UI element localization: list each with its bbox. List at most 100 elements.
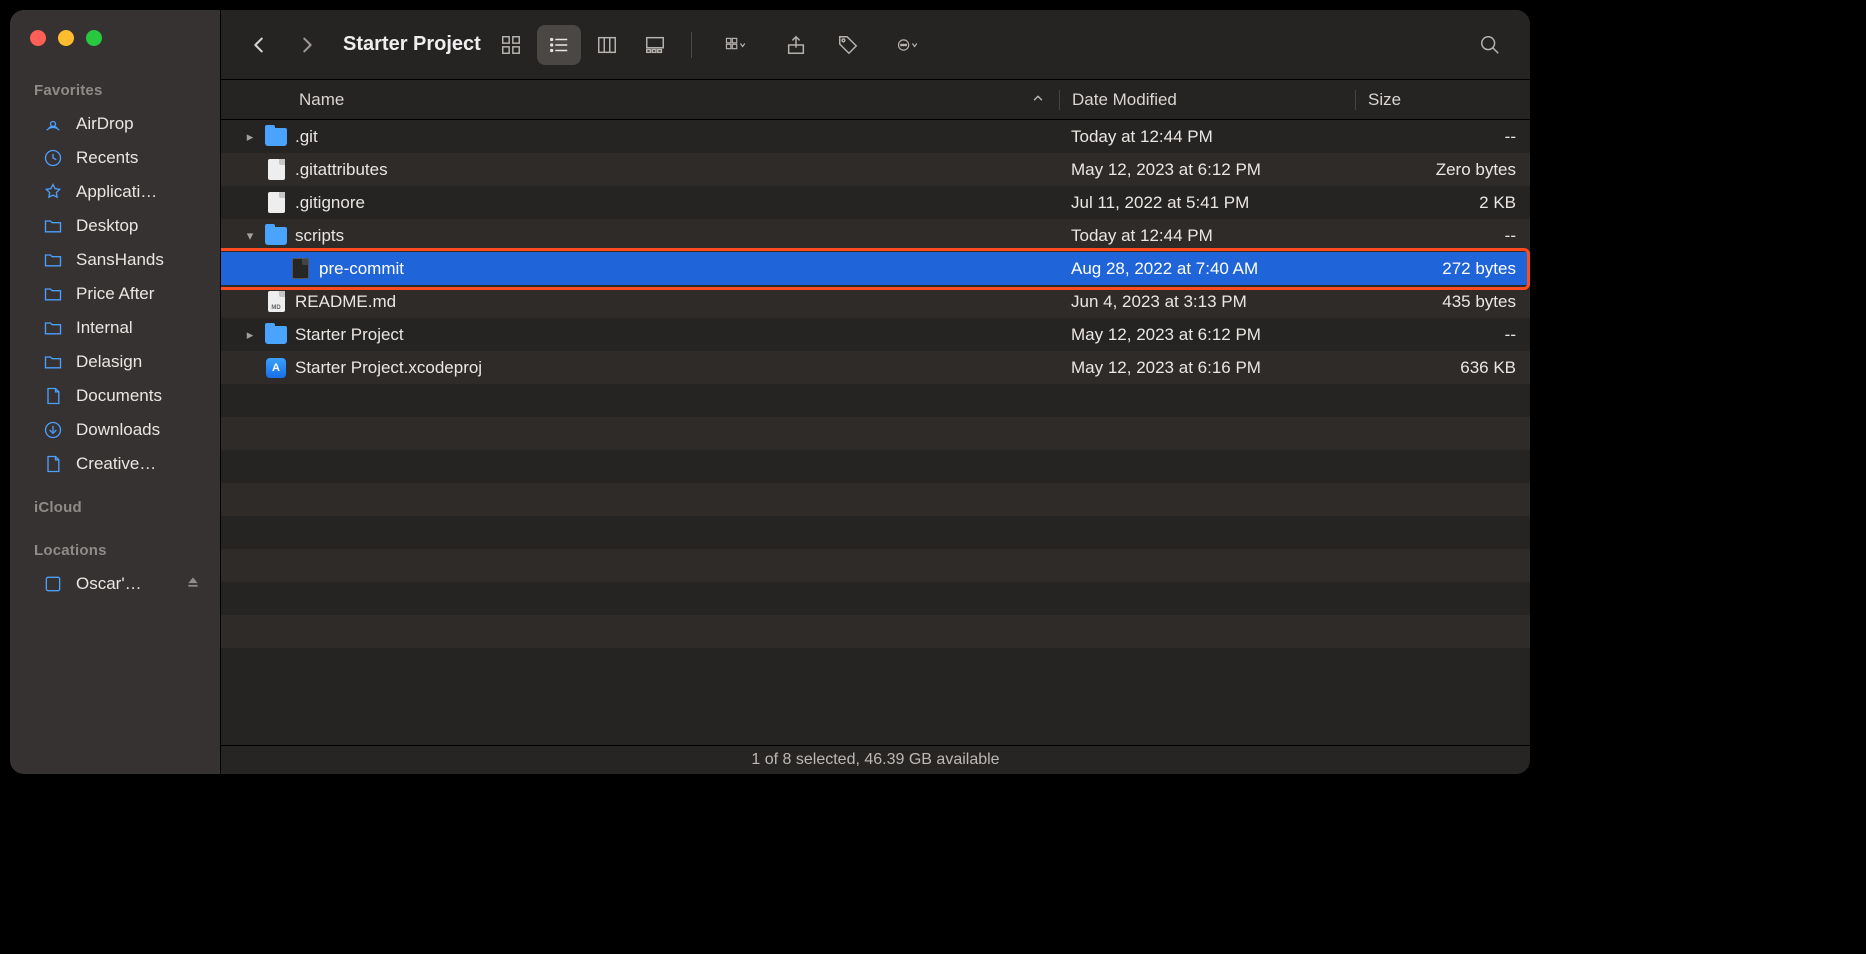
doc-icon bbox=[265, 159, 287, 181]
sidebar: Favorites AirDrop Recents Applicati… Desktop… bbox=[10, 10, 221, 774]
folder-icon bbox=[42, 249, 64, 271]
folder-icon bbox=[42, 351, 64, 373]
sidebar-item-downloads[interactable]: Downloads bbox=[34, 413, 208, 447]
disclosure-icon[interactable]: ▸ bbox=[243, 129, 257, 145]
disclosure-icon[interactable]: ▸ bbox=[243, 327, 257, 343]
file-list[interactable]: ▸.gitToday at 12:44 PM-- .gitattributesM… bbox=[221, 120, 1530, 745]
sort-indicator-icon bbox=[1031, 90, 1045, 110]
sidebar-item-creative-[interactable]: Creative… bbox=[34, 447, 208, 481]
sidebar-item-sanshands[interactable]: SansHands bbox=[34, 243, 208, 277]
sidebar-item-price-after[interactable]: Price After bbox=[34, 277, 208, 311]
file-size: -- bbox=[1355, 325, 1530, 345]
file-name: pre-commit bbox=[319, 259, 404, 279]
file-name: README.md bbox=[295, 292, 396, 312]
folder-icon bbox=[265, 126, 287, 148]
file-date: May 12, 2023 at 6:12 PM bbox=[1059, 325, 1355, 345]
apps-icon bbox=[42, 181, 64, 203]
file-row[interactable]: ▾ scripts Today at 12:44 PM-- bbox=[221, 219, 1530, 252]
file-row[interactable]: ▸.gitToday at 12:44 PM-- bbox=[221, 120, 1530, 153]
file-row[interactable]: ▸Starter ProjectMay 12, 2023 at 6:12 PM-… bbox=[221, 318, 1530, 351]
file-size: 272 bytes bbox=[1355, 259, 1530, 279]
forward-button[interactable] bbox=[287, 25, 327, 65]
file-name: scripts bbox=[295, 226, 344, 246]
sidebar-header: Locations bbox=[34, 542, 208, 559]
empty-row bbox=[221, 615, 1530, 648]
sidebar-item-label: Recents bbox=[76, 148, 138, 168]
column-header-row: Name Date Modified Size bbox=[221, 80, 1530, 120]
group-menu-button[interactable] bbox=[706, 25, 766, 65]
file-size: 2 KB bbox=[1355, 193, 1530, 213]
folder-icon bbox=[265, 225, 287, 247]
window-title: Starter Project bbox=[343, 33, 481, 56]
file-name: .git bbox=[295, 127, 318, 147]
column-view-button[interactable] bbox=[585, 25, 629, 65]
column-header-name[interactable]: Name bbox=[221, 90, 1059, 110]
folder-icon bbox=[42, 215, 64, 237]
tags-button[interactable] bbox=[826, 25, 870, 65]
share-button[interactable] bbox=[774, 25, 818, 65]
finder-window: Favorites AirDrop Recents Applicati… Desktop… bbox=[10, 10, 1530, 774]
sidebar-item-label: Oscar'… bbox=[76, 574, 142, 594]
column-header-size[interactable]: Size bbox=[1355, 90, 1530, 110]
list-view-button[interactable] bbox=[537, 25, 581, 65]
sidebar-item-recents[interactable]: Recents bbox=[34, 141, 208, 175]
sidebar-item-delasign[interactable]: Delasign bbox=[34, 345, 208, 379]
column-header-date[interactable]: Date Modified bbox=[1059, 90, 1355, 110]
status-text: 1 of 8 selected, 46.39 GB available bbox=[751, 751, 999, 769]
sidebar-item-label: Creative… bbox=[76, 454, 156, 474]
sidebar-item-desktop[interactable]: Desktop bbox=[34, 209, 208, 243]
folder-icon bbox=[42, 283, 64, 305]
gallery-view-button[interactable] bbox=[633, 25, 677, 65]
file-name: .gitignore bbox=[295, 193, 365, 213]
file-row[interactable]: .gitattributesMay 12, 2023 at 6:12 PMZer… bbox=[221, 153, 1530, 186]
empty-row bbox=[221, 648, 1530, 681]
file-row[interactable]: AStarter Project.xcodeprojMay 12, 2023 a… bbox=[221, 351, 1530, 384]
disclosure-icon bbox=[243, 195, 257, 210]
action-menu-button[interactable] bbox=[878, 25, 938, 65]
toolbar: Starter Project bbox=[221, 10, 1530, 80]
doc-icon bbox=[42, 453, 64, 475]
empty-row bbox=[221, 516, 1530, 549]
folder-icon bbox=[42, 317, 64, 339]
sidebar-item-internal[interactable]: Internal bbox=[34, 311, 208, 345]
empty-row bbox=[221, 549, 1530, 582]
minimize-window-button[interactable] bbox=[58, 30, 74, 46]
back-button[interactable] bbox=[239, 25, 279, 65]
traffic-lights bbox=[10, 24, 220, 72]
column-header-name-label: Name bbox=[299, 90, 344, 110]
file-row[interactable]: .gitignore Jul 11, 2022 at 5:41 PM2 KB bbox=[221, 186, 1530, 219]
file-date: May 12, 2023 at 6:12 PM bbox=[1059, 160, 1355, 180]
sidebar-item-label: Desktop bbox=[76, 216, 138, 236]
empty-row bbox=[221, 582, 1530, 615]
file-date: Jul 11, 2022 at 5:41 PM bbox=[1059, 193, 1355, 213]
sidebar-item-label: Downloads bbox=[76, 420, 160, 440]
sidebar-item-documents[interactable]: Documents bbox=[34, 379, 208, 413]
zoom-window-button[interactable] bbox=[86, 30, 102, 46]
folder-icon bbox=[265, 324, 287, 346]
close-window-button[interactable] bbox=[30, 30, 46, 46]
icon-view-button[interactable] bbox=[489, 25, 533, 65]
file-row[interactable]: pre-commitAug 28, 2022 at 7:40 AM272 byt… bbox=[221, 252, 1530, 285]
disclosure-icon[interactable]: ▾ bbox=[243, 228, 257, 244]
empty-row bbox=[221, 384, 1530, 417]
sidebar-header: Favorites bbox=[34, 82, 208, 99]
md-icon bbox=[265, 291, 287, 313]
file-date: Today at 12:44 PM bbox=[1059, 226, 1355, 246]
empty-row bbox=[221, 450, 1530, 483]
file-size: -- bbox=[1355, 226, 1530, 246]
search-button[interactable] bbox=[1468, 25, 1512, 65]
sidebar-item-label: Delasign bbox=[76, 352, 142, 372]
disclosure-icon bbox=[243, 294, 257, 309]
sidebar-item-oscar-[interactable]: Oscar'… bbox=[34, 567, 208, 601]
eject-icon[interactable] bbox=[186, 574, 200, 594]
drive-icon bbox=[42, 573, 64, 595]
file-date: Jun 4, 2023 at 3:13 PM bbox=[1059, 292, 1355, 312]
sidebar-item-airdrop[interactable]: AirDrop bbox=[34, 107, 208, 141]
doc-icon bbox=[265, 192, 287, 214]
file-row[interactable]: README.mdJun 4, 2023 at 3:13 PM435 bytes bbox=[221, 285, 1530, 318]
sidebar-item-label: AirDrop bbox=[76, 114, 134, 134]
sidebar-item-applicati-[interactable]: Applicati… bbox=[34, 175, 208, 209]
column-header-size-label: Size bbox=[1368, 90, 1401, 109]
view-switcher bbox=[489, 25, 677, 65]
empty-row bbox=[221, 483, 1530, 516]
